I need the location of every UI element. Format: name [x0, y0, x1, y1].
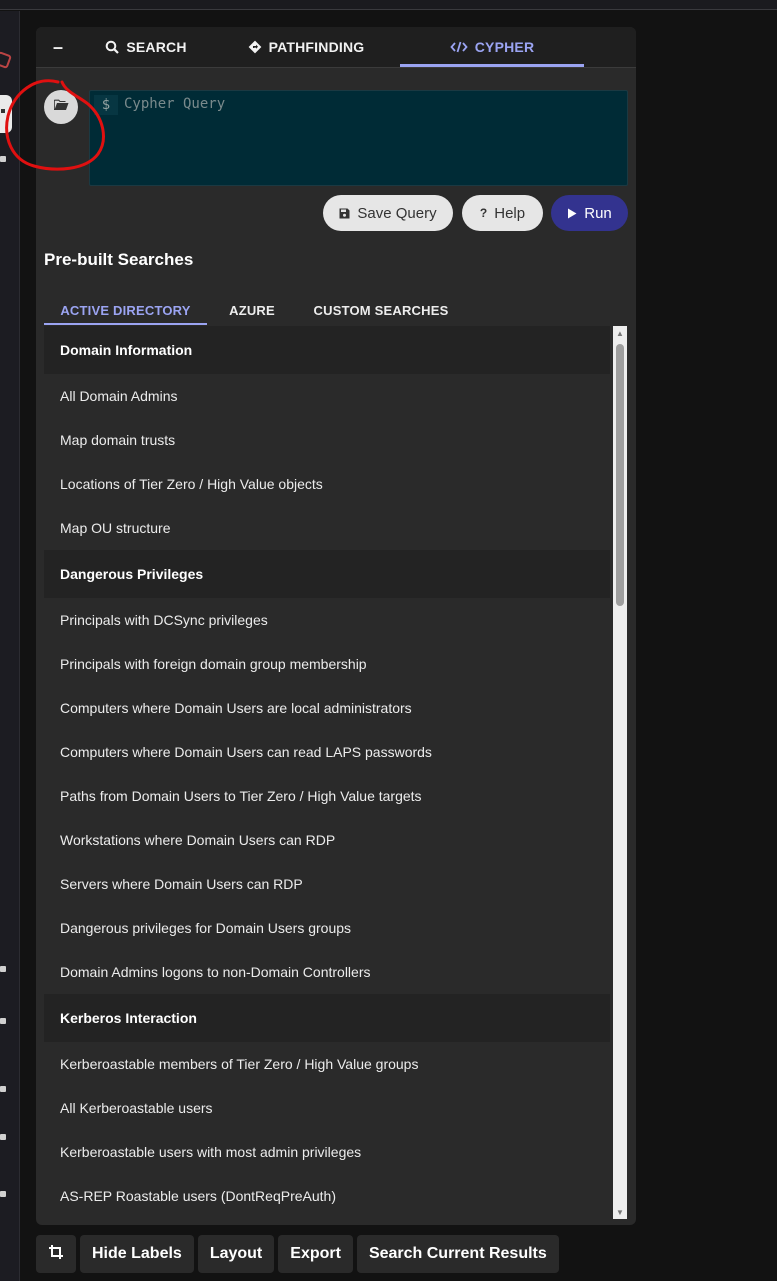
prebuilt-query-item[interactable]: Workstations where Domain Users can RDP: [44, 818, 610, 862]
graph-controls-bar: Hide Labels Layout Export Search Current…: [36, 1235, 559, 1273]
prebuilt-searches-title: Pre-built Searches: [44, 250, 194, 269]
prebuilt-query-item[interactable]: Paths from Domain Users to Tier Zero / H…: [44, 774, 610, 818]
cypher-query-editor: $: [89, 90, 628, 186]
prebuilt-query-item[interactable]: Computers where Domain Users are local a…: [44, 686, 610, 730]
rail-icon[interactable]: [0, 966, 6, 972]
tab-cypher-label: CYPHER: [474, 39, 535, 55]
crop-button[interactable]: [36, 1235, 76, 1273]
app-logo-icon: [0, 51, 12, 69]
prebuilt-query-item[interactable]: Principals with DCSync privileges: [44, 598, 610, 642]
dot-icon: [1, 109, 5, 113]
prebuilt-query-item[interactable]: All Domain Admins: [44, 374, 610, 418]
search-icon: [105, 40, 120, 54]
prebuilt-query-item[interactable]: Locations of Tier Zero / High Value obje…: [44, 462, 610, 506]
collapse-panel-button[interactable]: –: [36, 27, 80, 67]
tab-pathfinding-label: PATHFINDING: [268, 39, 365, 55]
divider: [36, 67, 636, 68]
editor-prompt: $: [94, 95, 118, 115]
query-category-header: Domain Information: [44, 326, 610, 374]
rail-icon[interactable]: [0, 1018, 6, 1024]
rail-icon[interactable]: [0, 1191, 6, 1197]
diamond-direction-icon: [248, 40, 262, 54]
rail-icon[interactable]: [0, 156, 6, 162]
tab-pathfinding[interactable]: PATHFINDING: [212, 27, 400, 67]
list-scrollbar[interactable]: ▲ ▼: [613, 326, 627, 1219]
tab-active-directory[interactable]: ACTIVE DIRECTORY: [44, 295, 207, 325]
export-button[interactable]: Export: [278, 1235, 353, 1273]
save-query-button[interactable]: Save Query: [323, 195, 453, 231]
cypher-query-input[interactable]: [124, 94, 619, 180]
code-icon: [450, 40, 468, 54]
scroll-up-arrow-icon[interactable]: ▲: [613, 326, 627, 340]
scrollbar-thumb[interactable]: [616, 344, 624, 606]
prebuilt-query-item[interactable]: Computers where Domain Users can read LA…: [44, 730, 610, 774]
scroll-down-arrow-icon[interactable]: ▼: [613, 1205, 627, 1219]
search-current-results-button[interactable]: Search Current Results: [356, 1235, 559, 1273]
rail-icon[interactable]: [0, 1134, 6, 1140]
tab-cypher[interactable]: CYPHER: [400, 27, 584, 67]
prebuilt-query-item[interactable]: Map domain trusts: [44, 418, 610, 462]
left-sidebar-rail: [0, 11, 20, 1281]
folder-open-icon: [53, 98, 69, 116]
question-icon: ?: [479, 206, 488, 220]
sidebar-toggle-tab[interactable]: [0, 95, 12, 133]
run-button[interactable]: Run: [551, 195, 628, 231]
play-icon: [567, 208, 577, 219]
save-query-label: Save Query: [357, 204, 437, 222]
tab-azure[interactable]: AZURE: [207, 295, 297, 325]
rail-icon[interactable]: [0, 1086, 6, 1092]
prebuilt-query-item[interactable]: Kerberoastable members of Tier Zero / Hi…: [44, 1042, 610, 1086]
prebuilt-query-item[interactable]: Principals with foreign domain group mem…: [44, 642, 610, 686]
help-label: Help: [494, 204, 526, 222]
prebuilt-category-tabs: ACTIVE DIRECTORY AZURE CUSTOM SEARCHES: [44, 295, 465, 325]
tab-search-label: SEARCH: [126, 39, 187, 55]
save-icon: [339, 208, 350, 219]
prebuilt-query-item[interactable]: Kerberoastable users with most admin pri…: [44, 1130, 610, 1174]
query-category-header: Kerberos Interaction: [44, 994, 610, 1042]
prebuilt-query-item[interactable]: Servers where Domain Users can RDP: [44, 862, 610, 906]
hide-labels-button[interactable]: Hide Labels: [80, 1235, 194, 1273]
saved-queries-button[interactable]: [44, 90, 78, 124]
prebuilt-query-list: Domain Information All Domain Admins Map d…: [44, 326, 610, 1219]
search-mode-tabs: – SEARCH PATHFINDING CYPHER: [36, 27, 636, 67]
help-button[interactable]: ? Help: [462, 195, 543, 231]
prebuilt-query-item[interactable]: Map OU structure: [44, 506, 610, 550]
run-label: Run: [584, 204, 612, 222]
layout-button[interactable]: Layout: [197, 1235, 275, 1273]
query-category-header: Dangerous Privileges: [44, 550, 610, 598]
explore-panel: – SEARCH PATHFINDING CYPHER $ Cypher Que…: [36, 27, 636, 1225]
prebuilt-query-item[interactable]: Domain Admins logons to non-Domain Contr…: [44, 950, 610, 994]
window-top-border: [0, 0, 777, 10]
prebuilt-query-item[interactable]: All Kerberoastable users: [44, 1086, 610, 1130]
prebuilt-query-item[interactable]: AS-REP Roastable users (DontReqPreAuth): [44, 1174, 610, 1218]
tab-custom-searches[interactable]: CUSTOM SEARCHES: [297, 295, 465, 325]
prebuilt-query-item[interactable]: Dangerous privileges for Domain Users gr…: [44, 906, 610, 950]
tab-search[interactable]: SEARCH: [80, 27, 212, 67]
crop-icon: [48, 1244, 64, 1265]
